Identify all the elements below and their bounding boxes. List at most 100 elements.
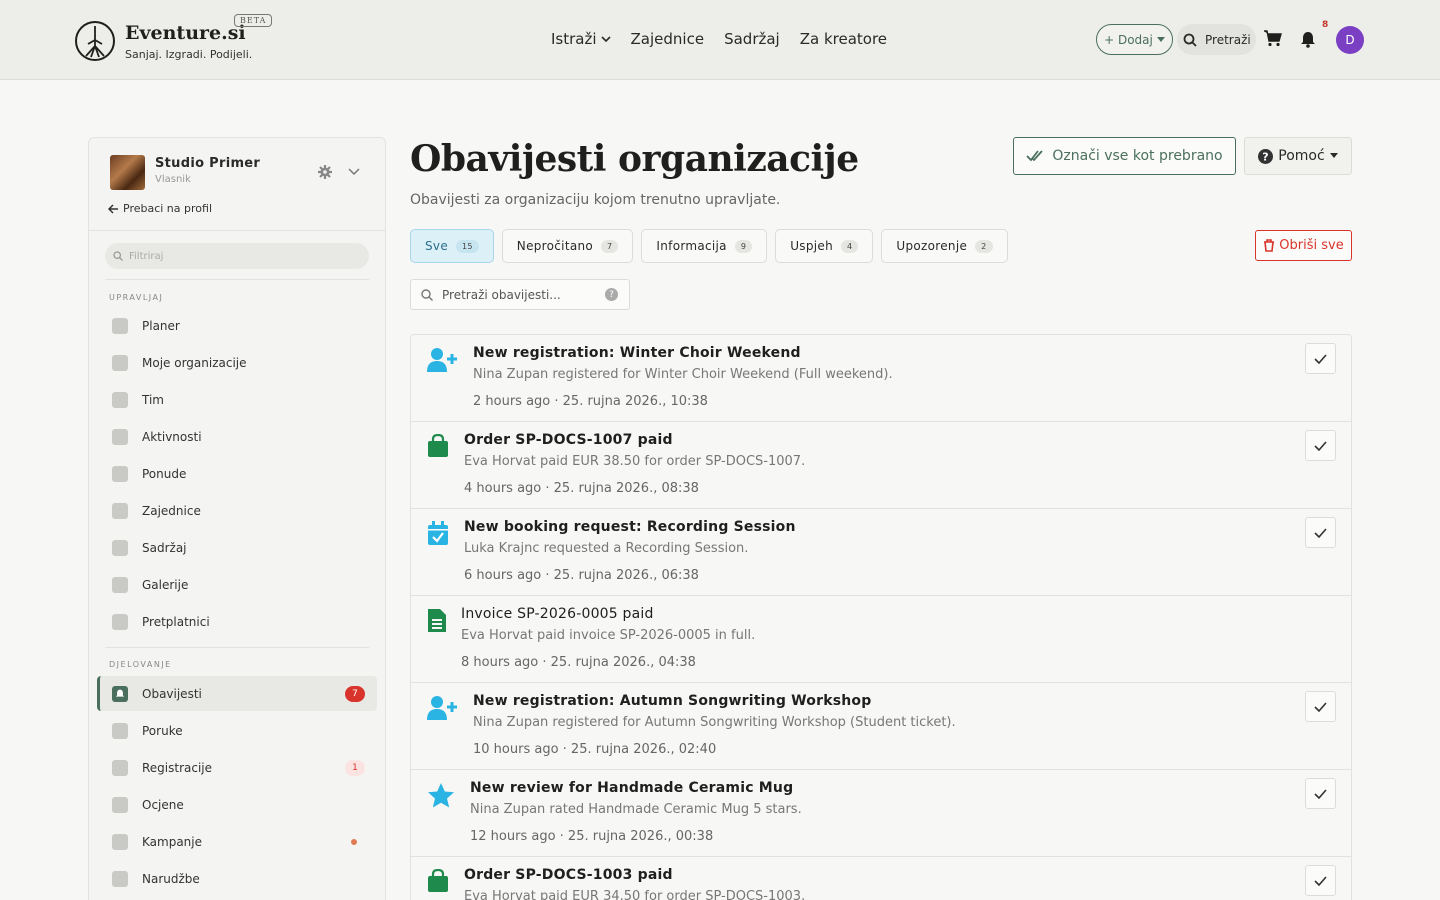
nav-za-kreatore[interactable]: Za kreatore xyxy=(800,30,887,48)
bell-icon xyxy=(112,685,128,702)
sidebar-item-aktivnosti[interactable]: Aktivnosti xyxy=(97,419,377,454)
tab-uspjeh[interactable]: Uspjeh 4 xyxy=(775,229,874,263)
notification-item[interactable]: Order SP-DOCS-1007 paid Eva Horvat paid … xyxy=(411,422,1351,509)
chevron-down-icon[interactable] xyxy=(348,167,360,177)
section-label-act: DJELOVANJE xyxy=(109,660,172,669)
star-icon xyxy=(112,796,128,813)
delete-all-button[interactable]: Obriši sve xyxy=(1255,230,1352,261)
user-avatar[interactable]: D xyxy=(1336,26,1364,54)
sidebar-item-label: Aktivnosti xyxy=(142,429,202,444)
organization-role: Vlasnik xyxy=(155,174,191,185)
check-icon xyxy=(1314,353,1327,364)
sidebar-item-sadrzaj[interactable]: Sadržaj xyxy=(97,530,377,565)
notification-title: Invoice SP-2026-0005 paid xyxy=(461,606,654,622)
sidebar-item-registracije[interactable]: Registracije 1 xyxy=(97,750,377,785)
notification-item[interactable]: New registration: Winter Choir Weekend N… xyxy=(411,335,1351,422)
notification-item[interactable]: New review for Handmade Ceramic Mug Nina… xyxy=(411,770,1351,857)
section-label-manage: UPRAVLJAJ xyxy=(109,293,164,302)
notification-timestamp: 2 hours ago · 25. rujna 2026., 10:38 xyxy=(473,394,708,409)
notification-item[interactable]: Order SP-DOCS-1003 paid Eva Horvat paid … xyxy=(411,857,1351,900)
notification-title: Order SP-DOCS-1003 paid xyxy=(464,867,673,883)
sidebar-item-obavijesti[interactable]: Obavijesti 7 xyxy=(97,676,377,711)
help-dropdown-button[interactable]: ? Pomoć xyxy=(1244,137,1352,175)
tab-neprocitano[interactable]: Nepročitano 7 xyxy=(501,229,634,263)
brand-name[interactable]: Eventure.si xyxy=(125,22,246,44)
status-dot xyxy=(351,838,357,845)
switch-to-profile-link[interactable]: Prebaci na profil xyxy=(108,202,212,215)
nav-zajednice[interactable]: Zajednice xyxy=(631,30,705,48)
sidebar-item-label: Galerije xyxy=(142,577,189,592)
check-icon xyxy=(1314,527,1327,538)
sidebar-item-zajednice[interactable]: Zajednice xyxy=(97,493,377,528)
chevron-down-icon xyxy=(600,36,611,43)
sidebar-item-label: Registracije xyxy=(142,760,213,775)
tab-informacija[interactable]: Informacija 9 xyxy=(641,229,768,263)
envelope-icon xyxy=(112,613,128,630)
divider xyxy=(105,279,369,280)
mark-read-button[interactable] xyxy=(1305,343,1336,374)
double-check-icon xyxy=(1026,150,1044,162)
sidebar-item-tim[interactable]: Tim xyxy=(97,382,377,417)
notification-item[interactable]: Invoice SP-2026-0005 paid Eva Horvat pai… xyxy=(411,596,1351,683)
tab-count: 4 xyxy=(841,239,859,253)
gear-icon[interactable] xyxy=(318,165,332,179)
filter-tabs: Sve 15 Nepročitano 7 Informacija 9 Uspjeh 4 … xyxy=(410,229,1008,263)
add-button[interactable]: + Dodaj xyxy=(1096,24,1173,55)
tab-upozorenje[interactable]: Upozorenje 2 xyxy=(881,229,1008,263)
mark-all-read-button[interactable]: Označi vse kot prebrano xyxy=(1013,137,1236,175)
user-check-icon xyxy=(112,759,128,776)
notification-search-input[interactable]: Pretraži obavijesti... ? xyxy=(410,279,630,310)
sidebar-item-poruke[interactable]: Poruke xyxy=(97,713,377,748)
sidebar-item-label: Ocjene xyxy=(142,797,184,812)
check-icon xyxy=(1314,701,1327,712)
svg-text:?: ? xyxy=(1263,150,1269,163)
notification-item[interactable]: New registration: Autumn Songwriting Wor… xyxy=(411,683,1351,770)
sidebar-item-narudzbe[interactable]: Narudžbe xyxy=(97,861,377,896)
mark-read-button[interactable] xyxy=(1305,691,1336,722)
sidebar-item-ocjene[interactable]: Ocjene xyxy=(97,787,377,822)
caret-down-icon xyxy=(1329,153,1338,158)
star-icon xyxy=(428,783,454,808)
notification-item[interactable]: New booking request: Recording Session L… xyxy=(411,509,1351,596)
images-icon xyxy=(112,576,128,593)
cart-icon[interactable] xyxy=(1264,30,1282,47)
notification-description: Nina Zupan registered for Winter Choir W… xyxy=(473,367,893,382)
sidebar-item-kampanje[interactable]: Kampanje xyxy=(97,824,377,859)
sidebar-item-moje-organizacije[interactable]: Moje organizacije xyxy=(97,345,377,380)
sidebar-item-galerije[interactable]: Galerije xyxy=(97,567,377,602)
sidebar-item-planer[interactable]: Planer xyxy=(97,308,377,343)
sidebar-item-label: Ponude xyxy=(142,466,187,481)
tree-logo-icon[interactable] xyxy=(74,20,116,62)
mark-read-button[interactable] xyxy=(1305,430,1336,461)
notification-timestamp: 4 hours ago · 25. rujna 2026., 08:38 xyxy=(464,481,699,496)
page-title: Obavijesti organizacije xyxy=(410,138,859,180)
mark-read-button[interactable] xyxy=(1305,517,1336,548)
notification-timestamp: 6 hours ago · 25. rujna 2026., 06:38 xyxy=(464,568,699,583)
tab-sve[interactable]: Sve 15 xyxy=(410,229,494,263)
tab-count: 15 xyxy=(456,239,479,253)
header-search-button[interactable]: Pretraži xyxy=(1177,24,1256,55)
notification-description: Eva Horvat paid EUR 38.50 for order SP-D… xyxy=(464,454,806,469)
nav-istrazi[interactable]: Istraži xyxy=(551,30,611,48)
running-icon xyxy=(112,428,128,445)
nav-sadrzaj[interactable]: Sadržaj xyxy=(724,30,780,48)
notification-timestamp: 12 hours ago · 25. rujna 2026., 00:38 xyxy=(470,829,714,844)
unread-count-badge: 7 xyxy=(345,685,365,702)
bell-icon[interactable] xyxy=(1300,31,1316,48)
user-plus-icon xyxy=(427,696,457,720)
notification-description: Eva Horvat paid EUR 34.50 for order SP-D… xyxy=(464,889,806,900)
mark-read-button[interactable] xyxy=(1305,865,1336,896)
question-circle-icon[interactable]: ? xyxy=(605,288,618,301)
notification-title: New registration: Autumn Songwriting Wor… xyxy=(473,693,872,709)
main-nav: Istraži Zajednice Sadržaj Za kreatore xyxy=(551,30,887,48)
mark-read-button[interactable] xyxy=(1305,778,1336,809)
notification-timestamp: 10 hours ago · 25. rujna 2026., 02:40 xyxy=(473,742,717,757)
sidebar-item-label: Obavijesti xyxy=(142,686,202,701)
sidebar-item-ponude[interactable]: Ponude xyxy=(97,456,377,491)
shopping-bag-icon xyxy=(428,434,448,457)
calendar-check-icon xyxy=(428,521,448,545)
organization-avatar xyxy=(110,155,145,190)
sidebar-item-pretplatnici[interactable]: Pretplatnici xyxy=(97,604,377,639)
users-icon xyxy=(112,391,128,408)
sidebar-filter-input[interactable]: Filtriraj xyxy=(105,243,369,269)
